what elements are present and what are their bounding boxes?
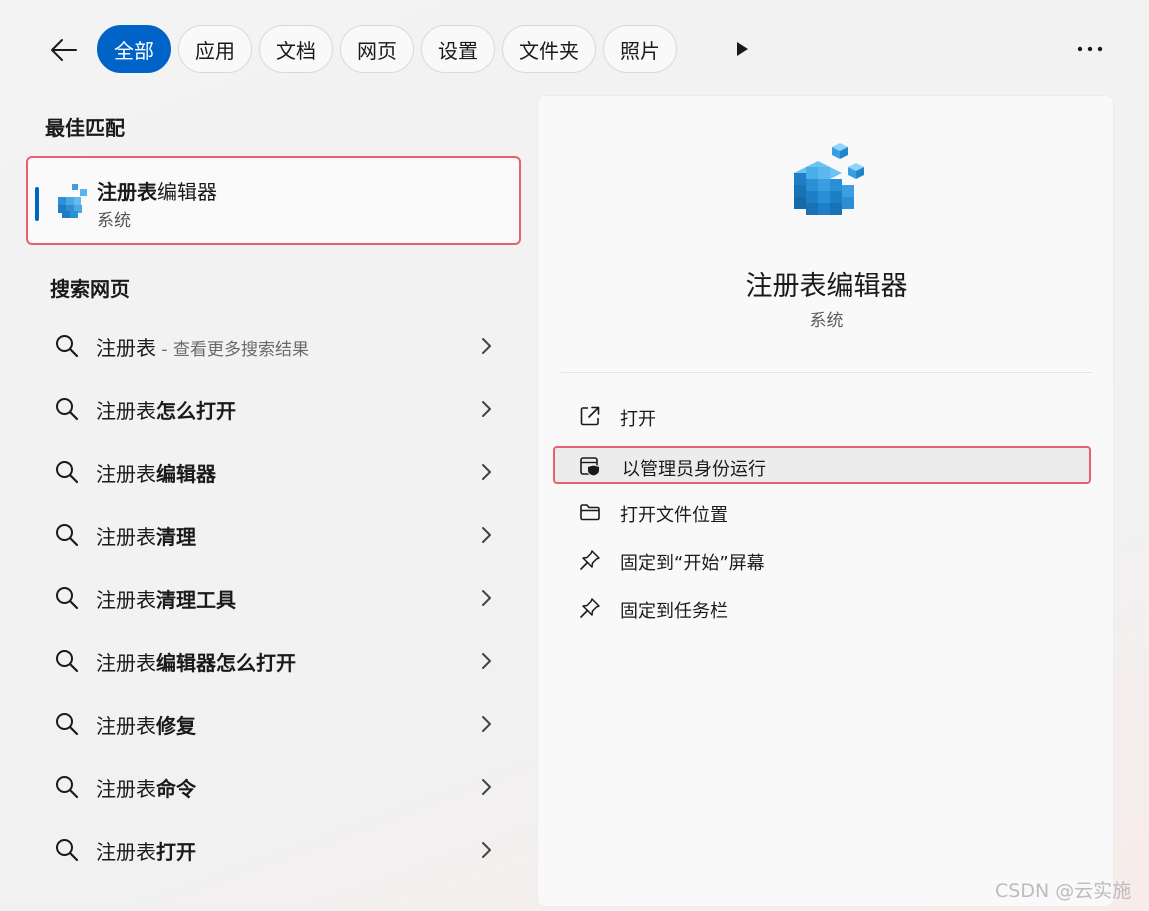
web-search-item[interactable]: 注册表修复 bbox=[42, 698, 512, 750]
open-action[interactable]: 打开 bbox=[558, 396, 1092, 436]
search-icon bbox=[56, 650, 79, 673]
pin-to-taskbar-label: 固定到任务栏 bbox=[620, 601, 728, 622]
web-search-text: 注册表怎么打开 bbox=[96, 399, 236, 423]
tab-apps[interactable]: 应用 bbox=[178, 25, 252, 73]
more-tabs-button[interactable] bbox=[730, 37, 754, 61]
web-search-text: 注册表打开 bbox=[96, 840, 196, 864]
selection-indicator bbox=[35, 187, 39, 221]
search-icon bbox=[56, 839, 79, 862]
chevron-right-icon bbox=[482, 716, 491, 732]
open-external-icon bbox=[580, 406, 600, 426]
search-icon bbox=[56, 461, 79, 484]
folder-icon bbox=[580, 504, 600, 521]
best-match-result[interactable]: 注册表编辑器 系统 bbox=[26, 156, 521, 245]
pin-icon bbox=[580, 598, 600, 618]
tab-settings[interactable]: 设置 bbox=[421, 25, 495, 73]
run-as-admin-action[interactable]: 以管理员身份运行 bbox=[553, 446, 1091, 484]
best-match-type: 系统 bbox=[97, 211, 131, 231]
registry-editor-icon bbox=[58, 184, 87, 218]
more-options-button[interactable] bbox=[1070, 34, 1110, 64]
tab-web[interactable]: 网页 bbox=[340, 25, 414, 73]
admin-shield-icon bbox=[580, 457, 600, 477]
chevron-right-icon bbox=[482, 779, 491, 795]
search-icon bbox=[56, 713, 79, 736]
registry-editor-large-icon bbox=[794, 143, 864, 215]
web-search-text: 注册表编辑器怎么打开 bbox=[96, 651, 296, 675]
web-search-text: 注册表清理工具 bbox=[96, 588, 236, 612]
tab-all[interactable]: 全部 bbox=[97, 25, 171, 73]
play-triangle-icon bbox=[737, 42, 748, 56]
web-search-item[interactable]: 注册表 - 查看更多搜索结果 bbox=[42, 320, 512, 372]
search-icon bbox=[56, 587, 79, 610]
detail-app-type: 系统 bbox=[809, 311, 844, 331]
open-file-location-label: 打开文件位置 bbox=[620, 505, 728, 526]
back-button[interactable] bbox=[44, 30, 84, 70]
tab-photos[interactable]: 照片 bbox=[603, 25, 677, 73]
web-search-item[interactable]: 注册表打开 bbox=[42, 824, 512, 876]
divider bbox=[561, 372, 1092, 373]
tab-folders[interactable]: 文件夹 bbox=[502, 25, 596, 73]
search-icon bbox=[56, 335, 79, 358]
search-window: 全部 应用 文档 网页 设置 文件夹 照片 最佳匹配 注册表编辑器 系统 搜索网… bbox=[0, 0, 1149, 911]
web-search-text: 注册表修复 bbox=[96, 714, 196, 738]
web-search-text: 注册表编辑器 bbox=[96, 462, 216, 486]
web-search-item[interactable]: 注册表怎么打开 bbox=[42, 383, 512, 435]
chevron-right-icon bbox=[482, 464, 491, 480]
chevron-right-icon bbox=[482, 842, 491, 858]
web-search-item[interactable]: 注册表编辑器 bbox=[42, 446, 512, 498]
pin-to-start-action[interactable]: 固定到“开始”屏幕 bbox=[558, 540, 1092, 580]
web-search-item[interactable]: 注册表清理 bbox=[42, 509, 512, 561]
chevron-right-icon bbox=[482, 338, 491, 354]
best-match-heading: 最佳匹配 bbox=[45, 116, 125, 140]
detail-panel: 注册表编辑器 系统 打开 以管理员身份运行 打开文件位置 固定到“开始”屏幕 固… bbox=[537, 95, 1114, 907]
web-search-item[interactable]: 注册表编辑器怎么打开 bbox=[42, 635, 512, 687]
tab-documents[interactable]: 文档 bbox=[259, 25, 333, 73]
chevron-right-icon bbox=[482, 653, 491, 669]
search-icon bbox=[56, 776, 79, 799]
pin-to-taskbar-action[interactable]: 固定到任务栏 bbox=[558, 588, 1092, 628]
web-search-text: 注册表清理 bbox=[96, 525, 196, 549]
web-search-text: 注册表命令 bbox=[96, 777, 196, 801]
watermark: CSDN @云实施 bbox=[995, 880, 1132, 902]
web-search-item[interactable]: 注册表清理工具 bbox=[42, 572, 512, 624]
run-as-admin-label: 以管理员身份运行 bbox=[622, 459, 766, 480]
web-search-item[interactable]: 注册表命令 bbox=[42, 761, 512, 813]
pin-to-start-label: 固定到“开始”屏幕 bbox=[620, 553, 765, 574]
search-icon bbox=[56, 398, 79, 421]
web-search-heading: 搜索网页 bbox=[50, 277, 130, 301]
chevron-right-icon bbox=[482, 401, 491, 417]
filter-tabs: 全部 应用 文档 网页 设置 文件夹 照片 bbox=[97, 25, 677, 73]
chevron-right-icon bbox=[482, 590, 491, 606]
chevron-right-icon bbox=[482, 527, 491, 543]
search-icon bbox=[56, 524, 79, 547]
back-arrow-icon bbox=[51, 39, 77, 61]
best-match-name: 注册表编辑器 bbox=[97, 180, 217, 204]
detail-app-name: 注册表编辑器 bbox=[745, 271, 908, 302]
open-file-location-action[interactable]: 打开文件位置 bbox=[558, 492, 1092, 532]
pin-icon bbox=[580, 550, 600, 570]
open-label: 打开 bbox=[620, 409, 656, 430]
web-search-text: 注册表 - 查看更多搜索结果 bbox=[96, 336, 309, 360]
ellipsis-icon bbox=[1077, 46, 1103, 52]
